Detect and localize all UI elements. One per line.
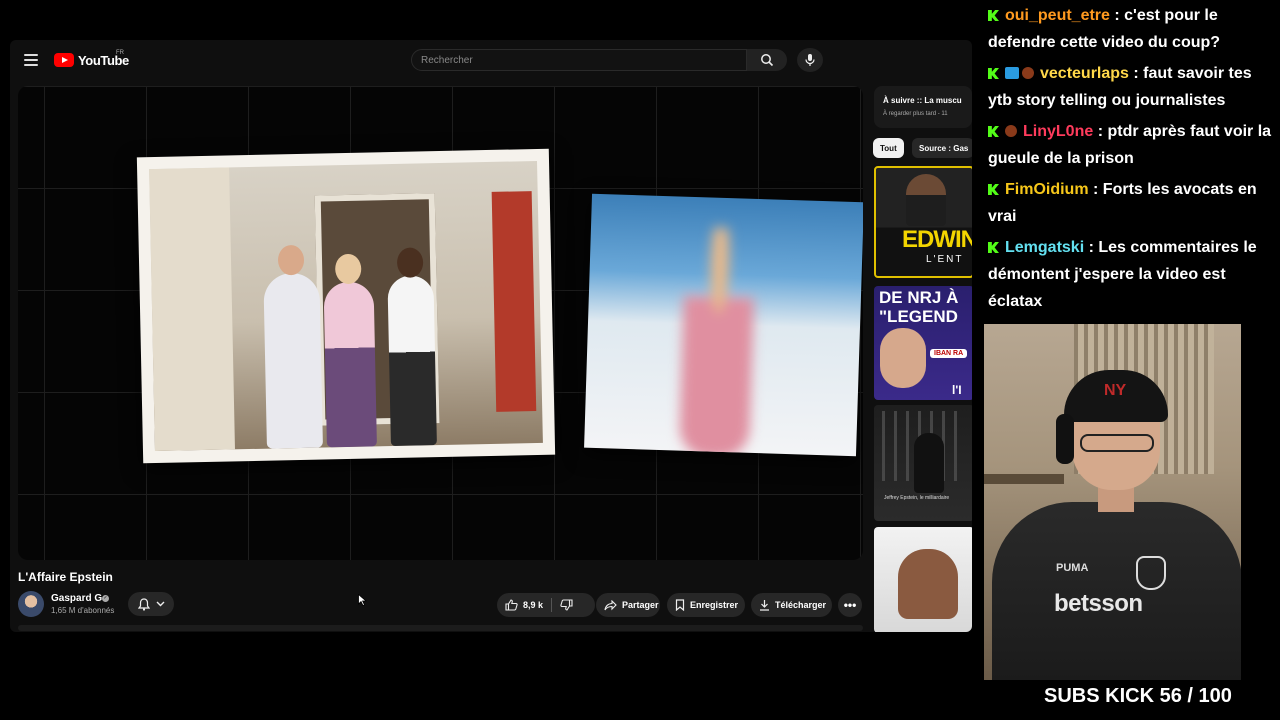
recommended-video-thumbnail[interactable]: Jeffrey Epstein, le milliardaire [874,405,972,521]
kick-badge-icon [988,242,999,253]
thumbs-down-icon[interactable] [560,599,573,611]
headset-icon [1056,414,1074,464]
download-label: Télécharger [775,600,827,610]
save-button[interactable]: Enregistrer [667,593,745,617]
download-icon [760,600,769,611]
recommended-video-thumbnail[interactable]: DE NRJ À "LEGEND IBAN RA l'I [874,286,972,400]
jersey-maker-logo: PUMA [1056,562,1089,574]
microphone-icon [805,54,815,66]
thumbnail-subtext: L'ENT [926,254,964,265]
thumbnail-badge: IBAN RA [930,349,968,358]
cap-logo: NY [1104,382,1127,399]
subscriber-badge-icon [1005,67,1019,79]
channel-name[interactable]: Gaspard G [51,593,102,604]
search-input[interactable] [412,50,741,71]
kick-badge-icon [988,10,999,21]
verified-icon: ✓ [102,595,109,602]
save-label: Enregistrer [690,600,739,610]
gifter-badge-icon [1022,67,1034,79]
chat-message: LinyL0ne : ptdr après faut voir la gueul… [988,118,1274,172]
chat-message: FimOidium : Forts les avocats en vrai [988,176,1274,230]
thumbnail-text: EDWIN [902,226,972,253]
download-button[interactable]: Télécharger [751,593,832,617]
subs-goal-counter: SUBS KICK 56 / 100 [1044,685,1232,707]
video-player[interactable] [18,86,863,560]
more-actions-button[interactable]: ••• [838,593,862,617]
youtube-window: YouTube FR Rechercher L'Affaire Epstein … [10,40,972,632]
mouse-cursor-icon [358,593,368,611]
bookmark-icon [675,599,685,611]
chat-message: oui_peut_etre : c'est pour le defendre c… [988,2,1274,56]
chat-username: LinyL0ne [1023,123,1094,140]
up-next-subtitle: À regarder plus tard - 11 [883,111,948,117]
more-icon: ••• [843,598,857,612]
youtube-play-icon [54,53,74,67]
chip-all[interactable]: Tout [873,138,904,158]
chat-username: vecteurlaps [1040,65,1129,82]
up-next-playlist[interactable]: À suivre :: La muscu À regarder plus tar… [874,86,972,128]
search-icon [761,54,774,67]
kick-badge-icon [988,68,999,79]
chat-username: FimOidium [1005,181,1089,198]
share-label: Partager [622,600,659,610]
video-title: L'Affaire Epstein [18,570,113,584]
share-button[interactable]: Partager [596,593,660,617]
subscriber-count: 1,65 M d'abonnés [51,606,115,615]
streamer-webcam: NY PUMA betsson [984,324,1241,680]
like-button[interactable]: 8,9 k [497,593,595,617]
glasses [1080,434,1154,452]
search-box[interactable] [411,49,747,71]
chat-username: Lemgatski [1005,239,1085,256]
chat-username: oui_peut_etre [1005,7,1110,24]
jersey-sponsor: betsson [1054,590,1143,617]
channel-avatar[interactable] [18,591,44,617]
search-button[interactable] [747,49,787,71]
share-icon [604,599,617,610]
thumbs-up-icon [505,599,518,611]
recommended-video-thumbnail[interactable] [874,527,972,632]
description-box-edge [18,625,863,631]
chat-message: Lemgatski : Les commentaires le démonten… [988,234,1274,315]
polaroid-photo [136,148,556,464]
like-count: 8,9 k [523,600,544,610]
chevron-down-icon [156,601,164,607]
club-crest-icon [1136,556,1166,590]
recommended-video-thumbnail[interactable]: EDWIN L'ENT [874,166,972,278]
chip-source[interactable]: Source : Gas [912,138,972,158]
kick-badge-icon [988,184,999,195]
gifter-badge-icon [1005,125,1017,137]
region-code: FR [116,50,124,56]
kick-badge-icon [988,126,999,137]
thumbnail-tail-text: l'I [952,383,962,397]
up-next-title: À suivre :: La muscu [883,96,962,105]
menu-icon[interactable] [24,54,38,66]
youtube-header: YouTube FR [10,40,972,80]
chat-message: vecteurlaps : faut savoir tes ytb story … [988,60,1274,114]
bell-icon [137,597,150,611]
thumbnail-caption: Jeffrey Epstein, le milliardaire [884,495,950,501]
thumbnail-text: DE NRJ À "LEGEND [879,288,959,326]
voice-search-button[interactable] [797,48,823,72]
notifications-button[interactable] [128,592,174,616]
blurred-beach-photo [584,193,863,457]
